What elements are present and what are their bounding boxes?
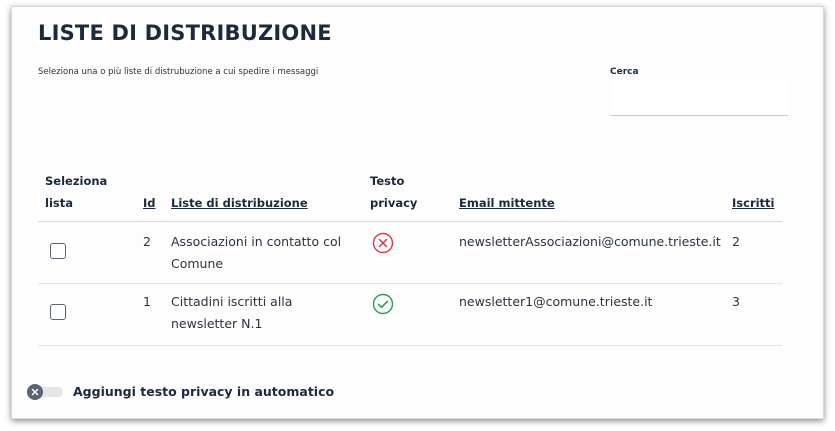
- row-email: newsletterAssociazioni@comune.trieste.it: [459, 234, 721, 249]
- distribution-lists-panel: LISTE DI DISTRIBUZIONE Seleziona una o p…: [11, 6, 824, 419]
- row-divider: [38, 283, 782, 284]
- row-subscribers: 3: [732, 294, 740, 309]
- row-divider: [38, 345, 782, 346]
- row-id: 2: [143, 234, 151, 249]
- page-title: LISTE DI DISTRIBUZIONE: [38, 21, 332, 45]
- row-id: 1: [143, 294, 151, 309]
- row-list-name-line1: Cittadini iscritti alla: [171, 294, 293, 309]
- row-subscribers: 2: [732, 234, 740, 249]
- x-circle-icon: [372, 232, 394, 254]
- header-privacy-line1: Testo: [370, 174, 405, 188]
- header-subscribers[interactable]: Iscritti: [732, 191, 775, 215]
- auto-privacy-toggle-label: Aggiungi testo privacy in automatico: [73, 384, 335, 399]
- page-subtitle: Seleziona una o più liste di distrubuzio…: [38, 67, 319, 77]
- row-select-checkbox[interactable]: [50, 243, 66, 259]
- row-list-name-line2: Comune: [171, 256, 224, 271]
- header-id[interactable]: Id: [143, 191, 156, 215]
- header-divider: [38, 221, 782, 222]
- header-select-line2: lista: [45, 196, 73, 210]
- header-email[interactable]: Email mittente: [459, 191, 555, 215]
- row-email: newsletter1@comune.trieste.it: [459, 294, 653, 309]
- header-select-line1: Seleziona: [45, 174, 108, 188]
- check-circle-icon: [372, 293, 394, 315]
- search-label: Cerca: [610, 67, 639, 77]
- row-list-name-line1: Associazioni in contatto col: [171, 234, 342, 249]
- row-select-checkbox[interactable]: [50, 304, 66, 320]
- toggle-knob: [27, 384, 43, 400]
- auto-privacy-toggle[interactable]: [27, 384, 65, 400]
- header-list-name[interactable]: Liste di distribuzione: [171, 191, 308, 215]
- search-input[interactable]: [610, 80, 788, 116]
- x-icon: [31, 388, 39, 396]
- header-privacy-line2: privacy: [370, 196, 418, 210]
- row-list-name-line2: newsletter N.1: [171, 316, 263, 331]
